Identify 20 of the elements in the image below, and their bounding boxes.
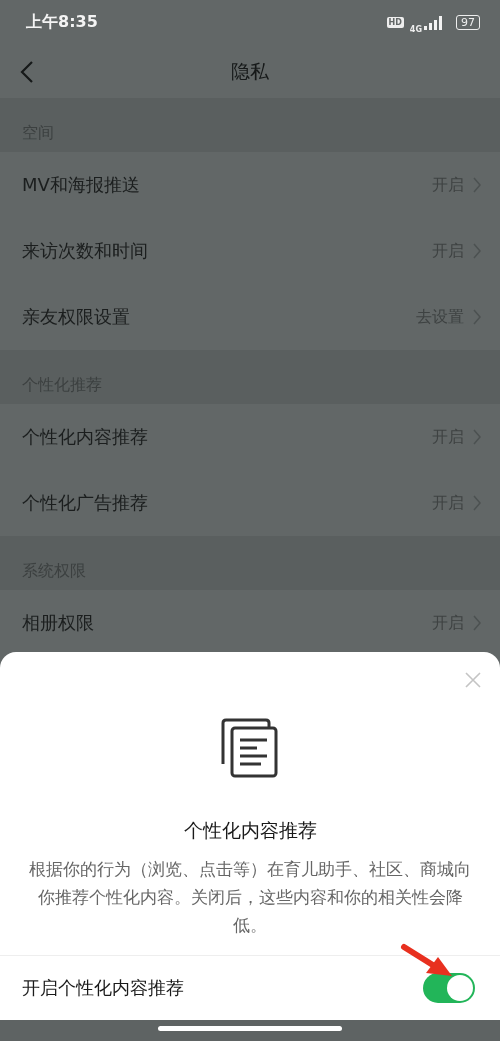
setting-label[interactable]: 个性化内容推荐 <box>22 425 148 449</box>
battery-level: 97 <box>456 15 480 30</box>
setting-label[interactable]: MV和海报推送 <box>22 173 140 197</box>
toggle-switch[interactable] <box>423 973 475 1003</box>
close-icon[interactable] <box>465 672 481 688</box>
setting-label[interactable]: 个性化广告推荐 <box>22 491 148 515</box>
setting-label[interactable]: 亲友权限设置 <box>22 305 130 329</box>
back-icon[interactable] <box>20 60 34 84</box>
page-title: 隐私 <box>231 58 269 84</box>
signal-icon <box>424 15 444 30</box>
toggle-label: 开启个性化内容推荐 <box>22 976 184 1000</box>
setting-label[interactable]: 相册权限 <box>22 611 94 635</box>
sheet-title: 个性化内容推荐 <box>183 818 317 843</box>
document-icon <box>221 718 279 778</box>
setting-label[interactable]: 来访次数和时间 <box>22 239 148 263</box>
home-indicator[interactable] <box>158 1026 342 1031</box>
network-label: 4G <box>409 25 422 34</box>
hd-badge: HD <box>386 17 404 28</box>
status-time: 上午8:35 <box>26 12 98 33</box>
sheet-description: 根据你的行为（浏览、点击等）在育儿助手、社区、商城向你推荐个性化内容。关闭后，这些内容和你的相关性会降低。 <box>28 859 472 937</box>
